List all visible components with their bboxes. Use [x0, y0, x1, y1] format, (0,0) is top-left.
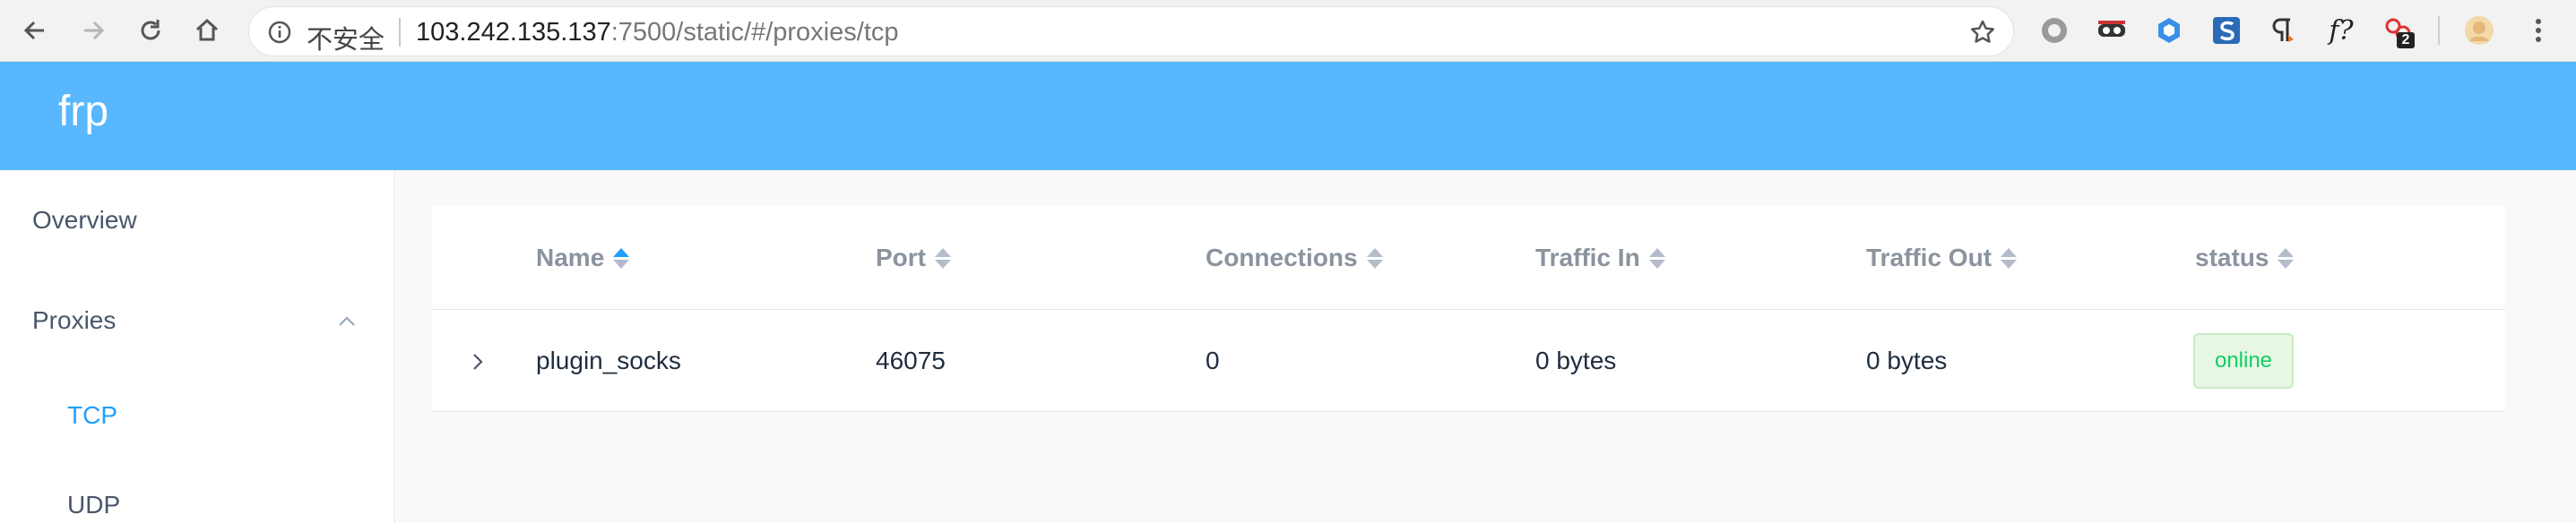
divider: [399, 18, 401, 47]
mask-extension-icon[interactable]: [2094, 13, 2130, 48]
profile-avatar-icon[interactable]: [2461, 13, 2497, 48]
column-label: Traffic Out: [1866, 244, 1993, 271]
url-host: 103.242.135.137: [416, 18, 611, 47]
column-header-port[interactable]: Port: [876, 244, 951, 272]
column-label: Connections: [1206, 244, 1358, 271]
column-header-traffic-in[interactable]: Traffic In: [1535, 244, 1665, 272]
sidebar-item-udp[interactable]: UDP: [67, 491, 120, 519]
address-bar[interactable]: 不安全 103.242.135.137:7500/static/#/proxie…: [248, 6, 2014, 56]
sidebar: Overview Proxies TCP UDP: [0, 170, 395, 523]
forward-icon[interactable]: [73, 11, 113, 50]
column-label: Name: [536, 244, 605, 271]
info-icon[interactable]: [267, 20, 292, 45]
star-icon[interactable]: [1968, 18, 1997, 47]
sort-icon[interactable]: [1648, 247, 1665, 269]
column-label: Traffic In: [1535, 244, 1640, 271]
expand-chevron-icon[interactable]: [468, 350, 488, 373]
table-header: Name Port Connections Traffic In Traffic…: [432, 206, 2505, 310]
f-question-label: f?: [2329, 14, 2354, 47]
pilcrow-extension-icon[interactable]: [2265, 13, 2301, 48]
circle-extension-icon[interactable]: [2036, 13, 2072, 48]
cell-port: 46075: [876, 347, 946, 374]
toolbar-divider: [2438, 16, 2440, 45]
reload-icon[interactable]: [131, 11, 170, 50]
main-content: Name Port Connections Traffic In Traffic…: [396, 170, 2576, 523]
cell-traffic-out: 0 bytes: [1866, 347, 1948, 374]
s-extension-icon[interactable]: [2209, 13, 2244, 48]
sort-icon[interactable]: [1366, 247, 1383, 269]
chevron-up-icon[interactable]: [337, 312, 357, 331]
sort-icon[interactable]: [935, 247, 951, 269]
brand-title[interactable]: frp: [58, 87, 108, 136]
cube-extension-icon[interactable]: [2151, 13, 2187, 48]
sort-icon[interactable]: [2278, 247, 2295, 269]
security-label[interactable]: 不安全: [307, 19, 385, 56]
url-path: :7500/static/#/proxies/tcp: [610, 18, 899, 47]
f-question-extension-icon[interactable]: f?: [2323, 13, 2359, 48]
cell-name: plugin_socks: [536, 347, 681, 374]
column-label: Port: [876, 244, 926, 271]
sidebar-item-tcp[interactable]: TCP: [67, 401, 117, 430]
url-text[interactable]: 103.242.135.137:7500/static/#/proxies/tc…: [416, 18, 899, 47]
column-header-name[interactable]: Name: [536, 244, 630, 272]
table-row[interactable]: plugin_socks 46075 0 0 bytes 0 bytes onl…: [432, 311, 2505, 412]
cell-traffic-in: 0 bytes: [1535, 347, 1617, 374]
app-header: frp: [0, 62, 2576, 170]
cell-connections: 0: [1206, 347, 1220, 374]
home-icon[interactable]: [187, 11, 227, 50]
column-header-traffic-out[interactable]: Traffic Out: [1866, 244, 2018, 272]
extension-badge: 2: [2397, 32, 2415, 48]
network-extension-icon[interactable]: 2: [2381, 13, 2416, 48]
sidebar-item-overview[interactable]: Overview: [32, 206, 137, 235]
column-header-connections[interactable]: Connections: [1206, 244, 1383, 272]
column-header-status[interactable]: status: [2195, 244, 2295, 272]
menu-dots-icon[interactable]: [2520, 13, 2556, 48]
sort-icon[interactable]: [613, 247, 630, 269]
column-label: status: [2195, 244, 2269, 271]
proxies-table: Name Port Connections Traffic In Traffic…: [432, 206, 2505, 412]
status-badge: online: [2193, 333, 2294, 389]
back-icon[interactable]: [15, 11, 55, 50]
sidebar-item-proxies[interactable]: Proxies: [32, 306, 116, 335]
sort-icon[interactable]: [2001, 247, 2018, 269]
browser-toolbar: 不安全 103.242.135.137:7500/static/#/proxie…: [0, 0, 2576, 62]
